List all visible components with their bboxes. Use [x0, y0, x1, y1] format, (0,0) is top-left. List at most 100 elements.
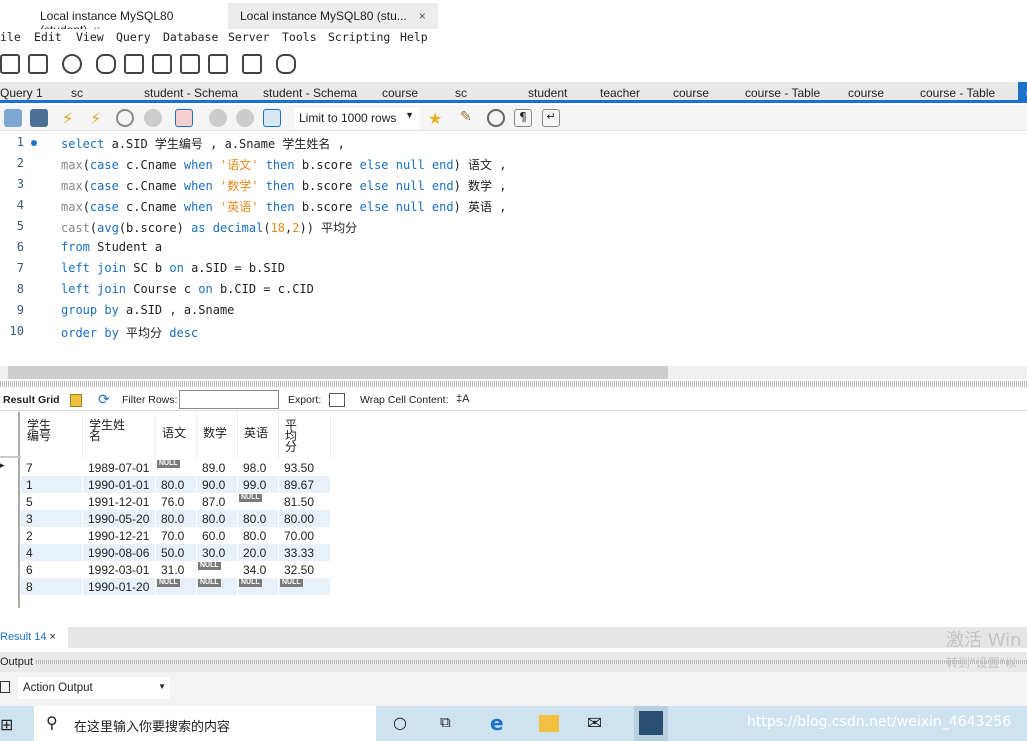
- column-header[interactable]: 学生姓 名: [83, 412, 156, 458]
- tab-sc[interactable]: sc: [71, 86, 83, 100]
- table-row[interactable]: 1 1990-01-01 80.0 90.0 99.0 89.67: [0, 476, 331, 493]
- close-icon[interactable]: ×: [419, 9, 426, 23]
- menu-scripting[interactable]: Scripting: [328, 30, 390, 44]
- create-procedure-icon[interactable]: [180, 54, 200, 74]
- tab-course[interactable]: course: [382, 86, 418, 100]
- tab-student-schema[interactable]: student - Schema: [144, 86, 238, 100]
- menu-view[interactable]: View: [76, 30, 104, 44]
- column-header[interactable]: 数学: [197, 412, 238, 458]
- table-cell[interactable]: NULL: [197, 561, 238, 578]
- table-cell[interactable]: 50.0: [156, 544, 197, 561]
- invisible-chars-icon[interactable]: ¶: [514, 109, 532, 127]
- table-cell[interactable]: 89.67: [279, 476, 331, 493]
- table-cell[interactable]: 80.0: [197, 510, 238, 527]
- menu-help[interactable]: Help: [400, 30, 428, 44]
- execute-current-icon[interactable]: ⚡: [90, 109, 108, 128]
- result-grid-label[interactable]: Result Grid: [3, 394, 60, 406]
- table-cell[interactable]: NULL: [197, 578, 238, 595]
- table-cell[interactable]: NULL: [156, 578, 197, 595]
- table-cell[interactable]: 30.0: [197, 544, 238, 561]
- table-row[interactable]: 6 1992-03-01 31.0 NULL 34.0 32.50: [0, 561, 331, 578]
- create-table-icon[interactable]: [124, 54, 144, 74]
- beautify-icon[interactable]: ✎: [460, 109, 478, 127]
- table-cell[interactable]: 1989-07-01: [83, 459, 156, 476]
- table-cell[interactable]: NULL: [156, 459, 197, 476]
- table-cell[interactable]: 90.0: [197, 476, 238, 493]
- create-function-icon[interactable]: [208, 54, 228, 74]
- cortana-icon[interactable]: ○: [393, 713, 407, 732]
- grid-form-icon[interactable]: [70, 394, 82, 407]
- table-row[interactable]: 4 1990-08-06 50.0 30.0 20.0 33.33: [0, 544, 331, 561]
- column-header[interactable]: 平 均 分: [279, 412, 331, 458]
- tab-query-1[interactable]: Query 1: [0, 86, 43, 100]
- table-row[interactable]: 2 1990-12-21 70.0 60.0 80.0 70.00: [0, 527, 331, 544]
- tab-student-schema-2[interactable]: student - Schema: [263, 86, 357, 100]
- create-schema-icon[interactable]: [96, 54, 116, 74]
- taskbar-search-box[interactable]: ⚲ 在这里输入你要搜索的内容: [34, 706, 376, 741]
- menu-file[interactable]: ile: [0, 30, 21, 44]
- table-cell[interactable]: 1990-05-20: [83, 510, 156, 527]
- table-cell[interactable]: 7: [21, 459, 83, 476]
- table-cell[interactable]: 80.0: [156, 476, 197, 493]
- refresh-icon[interactable]: ⟳: [98, 391, 110, 408]
- table-cell[interactable]: 98.0: [238, 459, 279, 476]
- windows-start-icon[interactable]: ⊞: [0, 715, 13, 734]
- tab-course-table-2[interactable]: course - Table: [920, 86, 995, 100]
- table-cell[interactable]: 1991-12-01: [83, 493, 156, 510]
- edge-icon[interactable]: e: [490, 711, 504, 735]
- table-cell[interactable]: 80.00: [279, 510, 331, 527]
- table-cell[interactable]: 70.00: [279, 527, 331, 544]
- explain-icon[interactable]: [116, 109, 134, 127]
- info-icon[interactable]: [62, 54, 82, 74]
- tab-result-14[interactable]: Result 14 ×: [0, 627, 68, 648]
- table-cell[interactable]: 80.0: [156, 510, 197, 527]
- tab-student[interactable]: student: [528, 86, 567, 100]
- menu-edit[interactable]: Edit: [34, 30, 62, 44]
- table-cell[interactable]: 32.50: [279, 561, 331, 578]
- file-explorer-icon[interactable]: [539, 715, 559, 732]
- wrap-cell-icon[interactable]: ‡A: [456, 393, 469, 405]
- table-cell[interactable]: 1990-08-06: [83, 544, 156, 561]
- table-cell[interactable]: 1: [21, 476, 83, 493]
- output-drag-handle[interactable]: [36, 660, 1027, 664]
- table-cell[interactable]: 70.0: [156, 527, 197, 544]
- table-row[interactable]: 3 1990-05-20 80.0 80.0 80.0 80.00: [0, 510, 331, 527]
- copy-icon[interactable]: [0, 681, 10, 693]
- toggle-stop-on-error-icon[interactable]: [175, 109, 193, 127]
- tab-teacher[interactable]: teacher: [600, 86, 640, 100]
- sql-editor[interactable]: 1 select a.SID 学生编号 , a.Sname 学生姓名 , 2 max(…: [0, 132, 1027, 364]
- save-icon[interactable]: [30, 109, 48, 127]
- table-cell[interactable]: 1990-01-01: [83, 476, 156, 493]
- table-cell[interactable]: 34.0: [238, 561, 279, 578]
- table-row[interactable]: ▸ 7 1989-07-01 NULL 89.0 98.0 93.50: [0, 459, 331, 476]
- table-cell[interactable]: 1990-01-20: [83, 578, 156, 595]
- table-cell[interactable]: 4: [21, 544, 83, 561]
- column-header[interactable]: 学生 编号: [21, 412, 83, 458]
- add-snippet-icon[interactable]: ★: [428, 109, 446, 128]
- table-cell[interactable]: 60.0: [197, 527, 238, 544]
- table-cell[interactable]: NULL: [279, 578, 331, 595]
- table-cell[interactable]: 99.0: [238, 476, 279, 493]
- search-table-icon[interactable]: [242, 54, 262, 74]
- stop-icon[interactable]: [144, 109, 162, 127]
- table-cell[interactable]: 5: [21, 493, 83, 510]
- new-sql-tab-icon[interactable]: [0, 54, 20, 74]
- scrollbar-thumb[interactable]: [8, 366, 668, 379]
- task-view-icon[interactable]: ⧉: [440, 713, 451, 731]
- output-type-select[interactable]: Action Output ▼: [18, 677, 170, 699]
- menu-server[interactable]: Server: [228, 30, 270, 44]
- table-cell[interactable]: 76.0: [156, 493, 197, 510]
- table-row[interactable]: 8 1990-01-20 NULL NULL NULL NULL: [0, 578, 331, 595]
- menu-tools[interactable]: Tools: [282, 30, 317, 44]
- table-cell[interactable]: NULL: [238, 578, 279, 595]
- mail-icon[interactable]: ✉: [587, 713, 602, 734]
- tab-course-3[interactable]: course: [848, 86, 884, 100]
- table-cell[interactable]: NULL: [238, 493, 279, 510]
- window-tab-student[interactable]: Local instance MySQL80 (student)×: [0, 3, 228, 37]
- rollback-icon[interactable]: [236, 109, 254, 127]
- menu-query[interactable]: Query: [116, 30, 151, 44]
- limit-rows-select[interactable]: Limit to 1000 rows ▼: [294, 108, 420, 129]
- mysql-workbench-taskbar-button[interactable]: [634, 706, 668, 741]
- editor-horizontal-scrollbar[interactable]: [0, 366, 1027, 379]
- reconnect-icon[interactable]: [276, 54, 296, 74]
